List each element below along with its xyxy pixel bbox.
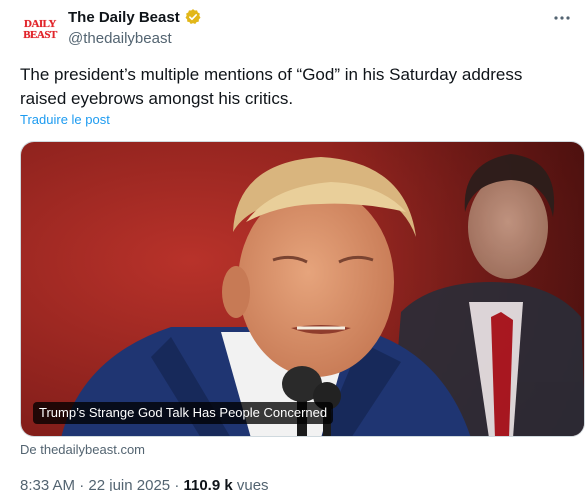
views-count: 110.9 k — [183, 477, 233, 491]
card-source[interactable]: De thedailybeast.com — [20, 442, 145, 457]
meta-separator: · — [79, 477, 85, 491]
more-options-icon[interactable] — [552, 8, 572, 28]
card-title[interactable]: Trump’s Strange God Talk Has People Conc… — [33, 402, 334, 424]
display-name[interactable]: The Daily Beast — [68, 9, 180, 26]
tweet[interactable]: DAILY BEAST The Daily Beast @thedailybea… — [0, 0, 588, 491]
tweet-time[interactable]: 8:33 AM — [20, 477, 75, 491]
tweet-date[interactable]: 22 juin 2025 — [88, 477, 170, 491]
translate-post-link[interactable]: Traduire le post — [20, 112, 110, 127]
name-row: The Daily Beast — [68, 7, 202, 27]
avatar-logo-line2: BEAST — [23, 29, 57, 41]
meta-separator: · — [174, 477, 180, 491]
tweet-header: The Daily Beast @thedailybeast — [68, 7, 202, 49]
views-label: vues — [236, 477, 269, 491]
handle[interactable]: @thedailybeast — [68, 29, 202, 49]
card-image[interactable] — [21, 142, 585, 437]
link-card[interactable]: Trump’s Strange God Talk Has People Conc… — [20, 141, 585, 437]
tweet-text: The president’s multiple mentions of “Go… — [20, 65, 523, 108]
avatar[interactable]: DAILY BEAST — [20, 10, 60, 50]
tweet-meta: 8:33 AM · 22 juin 2025 · 110.9 k vues — [20, 477, 269, 491]
verified-badge-icon[interactable] — [184, 8, 202, 26]
